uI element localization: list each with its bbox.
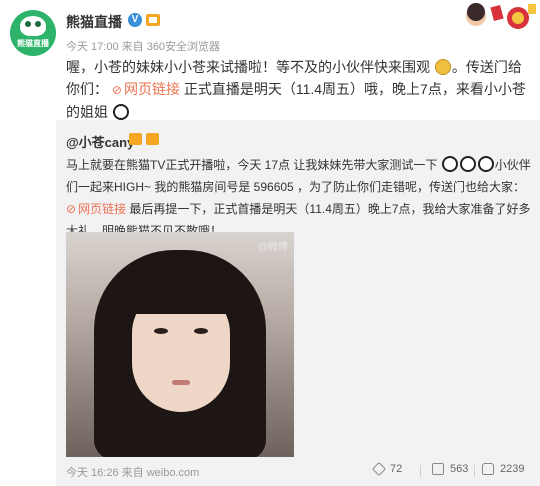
repost-text: 马上就要在熊猫TV正式开播啦，今天 17点 让我妹妹先带大家测试一下 小伙伴们一… [66,154,536,242]
repost-vip-icon [146,133,159,145]
repost-link-text: 网页链接 [78,202,127,216]
divider [420,465,421,477]
avatar[interactable]: 熊猫直播 [10,10,56,56]
emoji-panda-icon [477,156,494,172]
emoji-panda-icon [112,104,129,120]
emoji-panda-icon [459,156,476,172]
repost-username[interactable]: @小苍cany [66,132,134,151]
like-icon [482,463,494,475]
video-thumbnail[interactable]: @微博 [66,232,294,457]
emoji-panda-icon [441,156,458,172]
reposted-weibo: @小苍cany 马上就要在熊猫TV正式开播啦，今天 17点 让我妹妹先带大家测试… [56,120,540,486]
repost-web-link[interactable]: ⊘ 网页链接 [66,202,126,216]
like-count: 2239 [500,463,525,475]
festive-decoration-icon [466,3,536,29]
share-icon [371,461,387,477]
post-text: 喔，小苍的妹妹小小苍来试播啦！等不及的小伙伴快来围观 。传送门给你们： ⊘ 网页链… [66,56,531,123]
link-icon: ⊘ [111,83,122,97]
comment-icon [432,463,444,475]
video-watermark: @微博 [257,242,288,253]
post-username[interactable]: 熊猫直播 [66,12,122,32]
repost-text-part1: 马上就要在熊猫TV正式开播啦，今天 17点 让我妹妹先带大家测试一下 [66,158,438,172]
emoji-crowd-icon [434,59,451,75]
like-button[interactable]: 2239 [482,463,524,475]
divider [474,465,475,477]
post-meta: 今天 17:00 来自 360安全浏览器 [66,41,221,53]
avatar-logo-text: 熊猫直播 [17,39,49,48]
repost-footer-time: 今天 16:26 来自 weibo.com [66,467,200,479]
link-icon: ⊘ [66,202,77,216]
verified-badge-icon: V [128,13,142,27]
vip-icon [146,14,160,26]
post-web-link[interactable]: ⊘ 网页链接 [112,81,180,97]
post-link-text: 网页链接 [123,81,180,97]
comment-button[interactable]: 563 [432,463,468,475]
post-text-part1: 喔，小苍的妹妹小小苍来试播啦！等不及的小伙伴快来围观 [66,59,430,75]
share-count: 72 [390,463,403,475]
share-button[interactable]: 72 [371,461,403,477]
panda-logo-icon [20,16,46,36]
repost-verified-icon [129,133,142,145]
comment-count: 563 [450,463,469,475]
weibo-post: 熊猫直播 熊猫直播 V 今天 17:00 来自 360安全浏览器 喔，小苍的妹妹… [0,0,540,120]
